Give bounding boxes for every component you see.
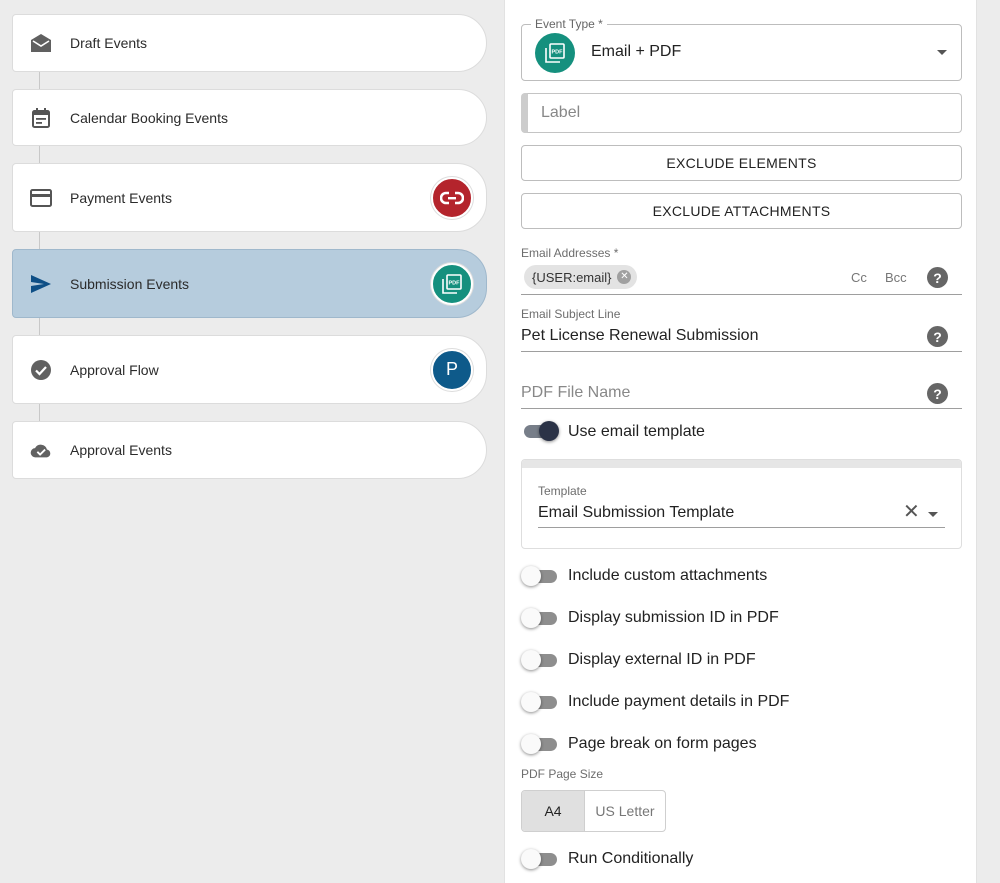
cloud-done-icon: [30, 439, 52, 461]
email-subject-label: Email Subject Line: [521, 307, 621, 321]
use-email-template-toggle[interactable]: [521, 421, 559, 441]
step-approval-flow[interactable]: Approval Flow P: [12, 335, 487, 404]
step-connector: [39, 404, 40, 421]
event-type-value: Email + PDF: [591, 43, 682, 60]
step-connector: [39, 318, 40, 335]
help-icon[interactable]: ?: [927, 267, 948, 288]
bcc-button[interactable]: Bcc: [885, 270, 907, 285]
event-config-panel: Event Type * PDF Email + PDF EXCLUDE ELE…: [504, 0, 977, 883]
exclude-elements-button[interactable]: EXCLUDE ELEMENTS: [521, 145, 962, 181]
email-subject-underline: [521, 351, 962, 352]
step-connector: [39, 232, 40, 249]
chevron-down-icon[interactable]: [937, 50, 947, 55]
step-draft-events[interactable]: Draft Events: [12, 14, 487, 72]
display-external-id-toggle[interactable]: [521, 650, 557, 670]
label-input[interactable]: [528, 94, 961, 132]
step-submission-events[interactable]: Submission Events PDF: [12, 249, 487, 318]
step-calendar-booking-events[interactable]: Calendar Booking Events: [12, 89, 487, 146]
step-label: Approval Flow: [70, 361, 159, 378]
toggle-label: Display submission ID in PDF: [568, 609, 779, 626]
step-approval-events[interactable]: Approval Events: [12, 421, 487, 479]
step-label: Submission Events: [70, 275, 190, 292]
page-break-toggle[interactable]: [521, 734, 557, 754]
email-addresses-label: Email Addresses *: [521, 246, 619, 260]
display-submission-id-toggle[interactable]: [521, 608, 557, 628]
template-select[interactable]: Email Submission Template: [538, 504, 734, 522]
label-field[interactable]: [521, 93, 962, 133]
pdf-icon: PDF: [431, 262, 473, 305]
credit-card-icon: [30, 187, 52, 209]
send-icon: [30, 273, 52, 295]
event-type-label: Event Type *: [531, 17, 607, 31]
email-chip-label: {USER:email}: [532, 269, 612, 285]
calendar-icon: [30, 107, 52, 129]
chevron-down-icon[interactable]: [928, 512, 938, 517]
template-underline: [538, 527, 945, 528]
approval-badge: P: [431, 348, 473, 391]
payment-integration-icon: [431, 176, 473, 219]
svg-text:PDF: PDF: [552, 50, 564, 56]
toggle-label: Page break on form pages: [568, 735, 757, 752]
step-label: Approval Events: [70, 442, 172, 458]
page-size-us-letter-button[interactable]: US Letter: [585, 791, 665, 831]
pdf-file-name-underline: [521, 408, 962, 409]
template-label: Template: [538, 484, 587, 498]
toggle-label: Include custom attachments: [568, 567, 768, 584]
check-circle-icon: [30, 359, 52, 381]
pdf-file-name-input[interactable]: PDF File Name: [521, 384, 630, 402]
pdf-icon: PDF: [535, 33, 575, 73]
template-section: Template Email Submission Template ✕: [521, 459, 962, 549]
clear-icon[interactable]: ✕: [903, 502, 920, 522]
run-conditionally-label: Run Conditionally: [568, 850, 694, 867]
step-label: Draft Events: [70, 35, 148, 51]
step-connector: [39, 146, 40, 163]
step-payment-events[interactable]: Payment Events: [12, 163, 487, 232]
toggle-label: Include payment details in PDF: [568, 693, 790, 710]
svg-text:PDF: PDF: [449, 280, 461, 286]
run-conditionally-toggle[interactable]: [521, 849, 557, 869]
step-label: Calendar Booking Events: [70, 109, 228, 126]
use-email-template-label: Use email template: [568, 423, 705, 440]
email-addresses-underline: [521, 294, 962, 295]
event-type-select[interactable]: Event Type * PDF Email + PDF: [521, 17, 962, 81]
page-size-a4-button[interactable]: A4: [522, 791, 585, 831]
cc-button[interactable]: Cc: [851, 270, 867, 285]
pdf-page-size-toggle-group: A4 US Letter: [521, 790, 666, 832]
email-subject-input[interactable]: Pet License Renewal Submission: [521, 327, 758, 345]
chip-remove-icon[interactable]: ✕: [617, 270, 632, 284]
pdf-page-size-label: PDF Page Size: [521, 767, 604, 781]
help-icon[interactable]: ?: [927, 326, 948, 347]
envelope-open-icon: [30, 32, 52, 54]
include-custom-attachments-toggle[interactable]: [521, 566, 557, 586]
step-label: Payment Events: [70, 189, 172, 206]
toggle-label: Display external ID in PDF: [568, 651, 756, 668]
step-connector: [39, 72, 40, 89]
help-icon[interactable]: ?: [927, 383, 948, 404]
exclude-attachments-button[interactable]: EXCLUDE ATTACHMENTS: [521, 193, 962, 229]
include-payment-details-toggle[interactable]: [521, 692, 557, 712]
email-chip[interactable]: {USER:email} ✕: [524, 265, 638, 289]
